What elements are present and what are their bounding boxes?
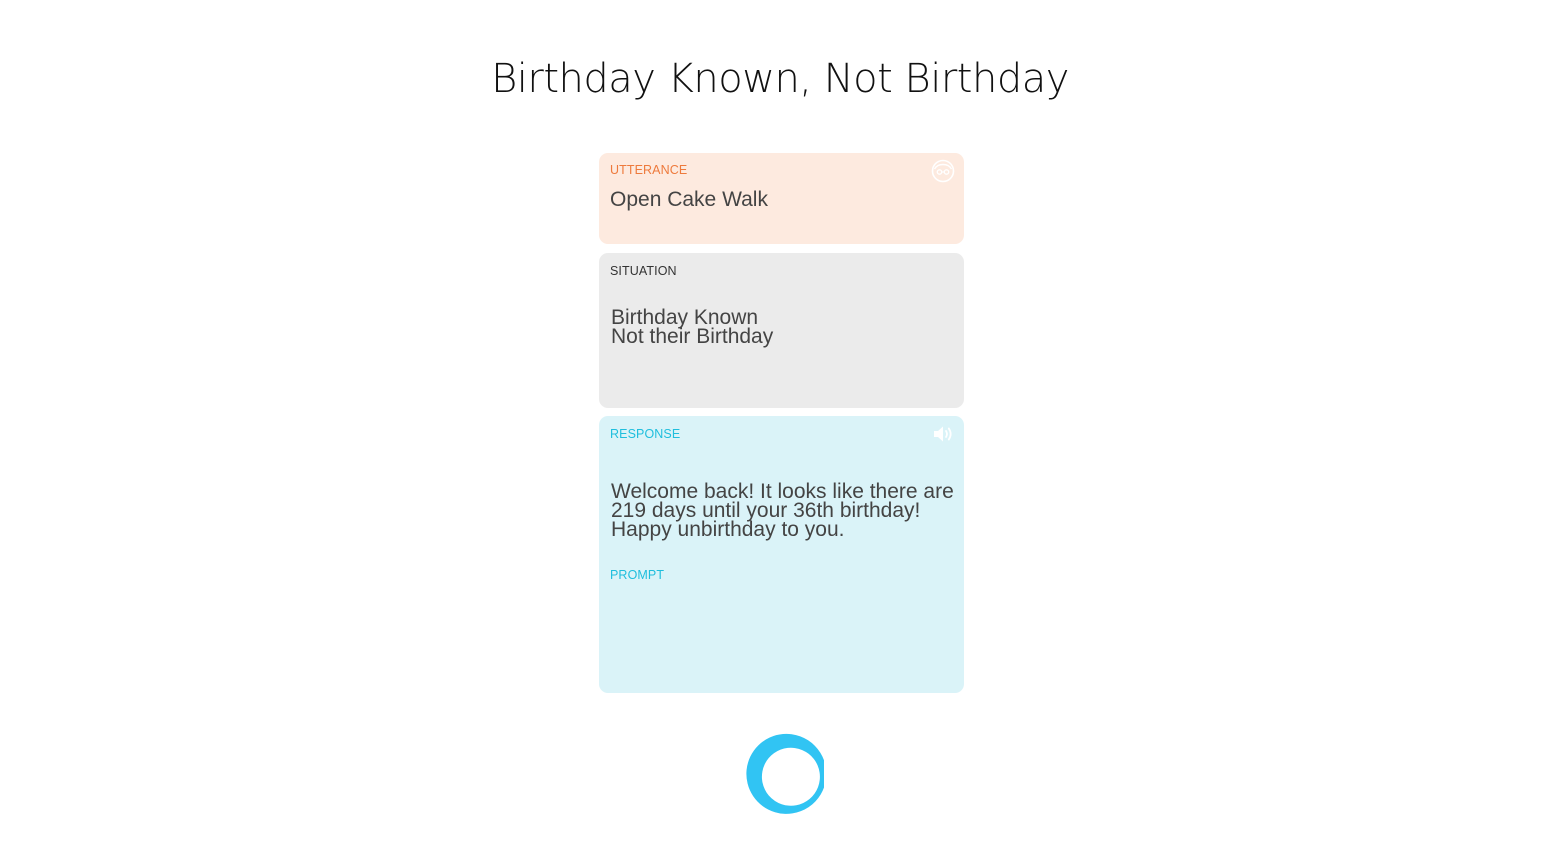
response-card: RESPONSE Welcome back! It looks like the… <box>599 416 964 693</box>
response-label: RESPONSE <box>610 427 681 441</box>
face-icon <box>931 159 955 183</box>
situation-label: SITUATION <box>610 264 677 278</box>
speaker-icon[interactable] <box>931 422 955 446</box>
situation-card: SITUATION Birthday Known Not their Birth… <box>599 253 964 408</box>
utterance-text: Open Cake Walk <box>610 188 768 211</box>
alexa-logo-icon <box>746 733 824 814</box>
page-title: Birthday Known, Not Birthday <box>491 56 1069 102</box>
utterance-card: UTTERANCE Open Cake Walk <box>599 153 964 244</box>
situation-text: Birthday Known Not their Birthday <box>611 306 774 348</box>
utterance-label: UTTERANCE <box>610 163 688 177</box>
prompt-label: PROMPT <box>610 568 665 582</box>
response-text: Welcome back! It looks like there are 21… <box>611 480 954 541</box>
